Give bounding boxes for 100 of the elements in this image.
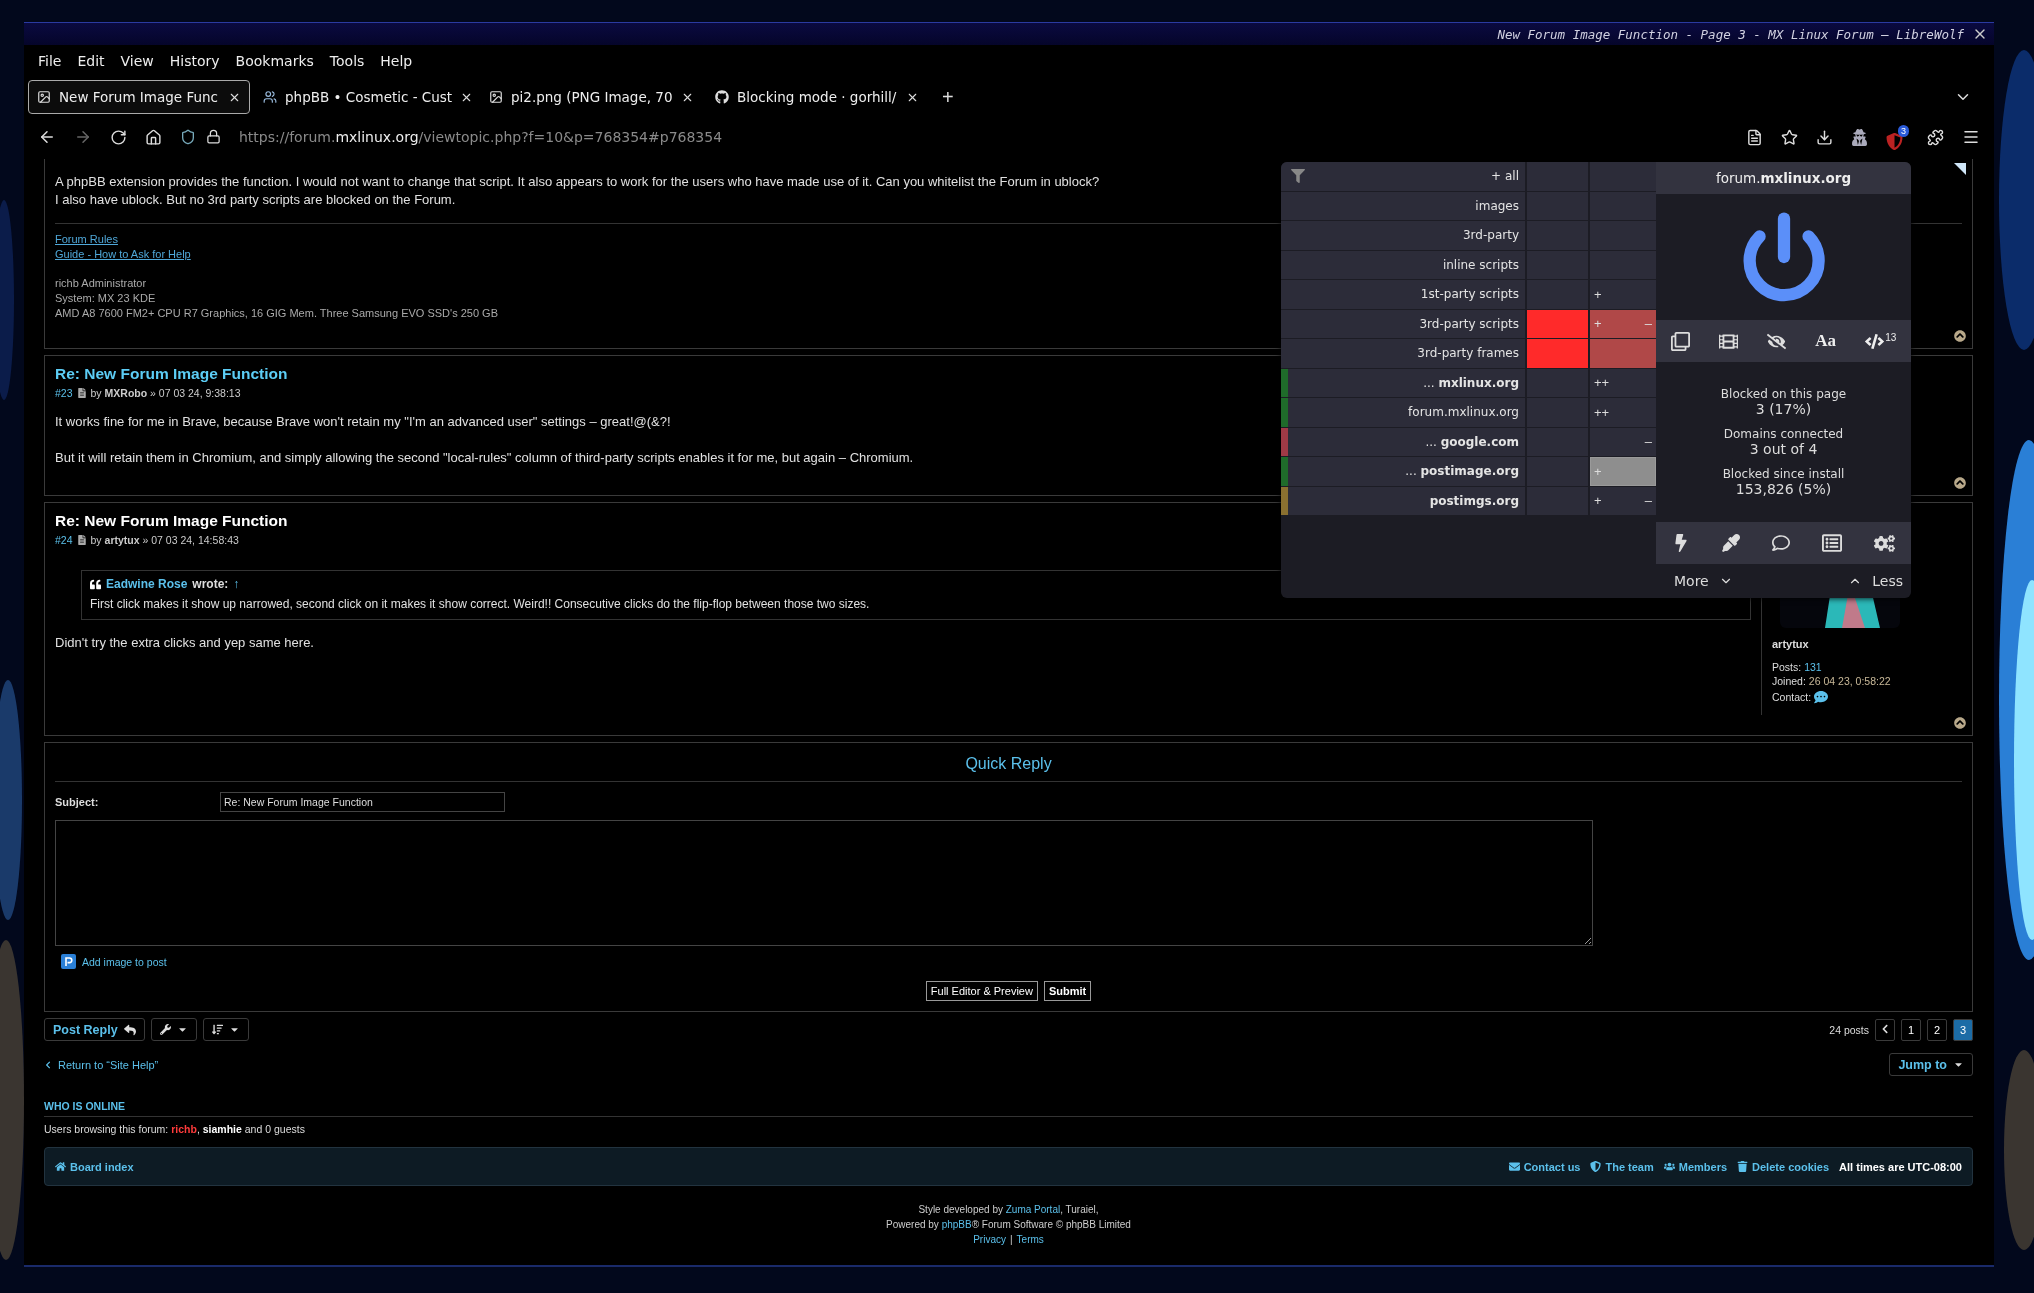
list-icon[interactable] [1822,533,1842,553]
credits-link[interactable]: phpBB [941,1219,972,1230]
eye-slash-icon[interactable] [1767,331,1787,351]
post-number-link[interactable]: #23 [55,387,73,399]
quote-source-link[interactable]: ↑ [233,577,240,591]
form-button[interactable]: Submit [1043,981,1092,1001]
tools-dropdown[interactable] [150,1018,197,1041]
global-rule-cell[interactable] [1527,162,1588,191]
global-rule-cell[interactable] [1527,309,1588,338]
popup-blocker-icon[interactable] [1670,331,1690,351]
post-reply-button[interactable]: Post Reply [44,1018,145,1041]
puzzle-icon[interactable] [1927,128,1944,146]
new-tab-button[interactable]: + [932,85,964,109]
browser-tab[interactable]: pi2.png (PNG Image, 70 [480,80,702,114]
eyedropper-icon[interactable] [1722,534,1740,552]
local-rule-cell[interactable]: ++ [1590,398,1656,427]
local-rule-cell[interactable] [1590,339,1656,368]
post-title[interactable]: Re: New Forum Image Function [55,512,288,530]
jump-to-dropdown[interactable]: Jump to [1889,1053,1973,1076]
local-rule-cell[interactable] [1590,191,1656,220]
back-to-top-icon[interactable] [1954,477,1966,489]
add-image-link[interactable]: Add image to post [82,955,167,968]
message-field[interactable] [55,820,1593,946]
quote-author-link[interactable]: Eadwine Rose [106,577,188,591]
download-icon[interactable] [1816,128,1833,146]
page-button[interactable]: 2 [1927,1018,1947,1041]
post-title[interactable]: Re: New Forum Image Function [55,365,288,383]
image-upload-icon[interactable] [61,954,76,969]
reader-view-icon[interactable] [1746,128,1763,146]
previous-page-button[interactable] [1875,1018,1895,1041]
return-link[interactable]: Return to “Site Help” [44,1058,159,1071]
menu-item[interactable]: Tools [321,53,373,69]
quote-icon [90,578,101,590]
menu-item[interactable]: Bookmarks [227,53,322,69]
mask-icon[interactable] [1851,128,1868,146]
global-rule-cell[interactable] [1527,368,1588,397]
local-rule-cell[interactable]: – [1590,427,1656,456]
menu-item[interactable]: History [161,53,228,69]
footer-link[interactable]: Delete cookies [1737,1160,1830,1173]
page-button[interactable]: 3 [1953,1018,1973,1041]
subject-field[interactable]: Re: New Forum Image Function [220,792,505,812]
stat-label: Blocked on this page [1719,387,1848,401]
local-rule-cell[interactable]: + – [1590,309,1656,338]
global-rule-cell[interactable] [1527,339,1588,368]
menu-icon[interactable] [1962,128,1980,146]
menu-item[interactable]: Edit [69,53,113,69]
online-user-link[interactable]: siamhie [202,1123,242,1135]
more-button[interactable]: More [1666,573,1741,589]
form-button[interactable]: Full Editor & Preview [925,981,1038,1001]
local-rule-cell[interactable]: ++ [1590,368,1656,397]
footer-link[interactable]: The team [1590,1160,1654,1173]
local-rule-cell[interactable]: + [1590,280,1656,309]
browser-tab[interactable]: New Forum Image Func [28,80,250,114]
less-button[interactable]: Less [1840,573,1911,589]
lock-icon[interactable] [206,129,221,145]
online-user-link[interactable]: richb [171,1123,197,1135]
sort-dropdown[interactable] [202,1018,249,1041]
speech-bubble-icon[interactable] [1772,534,1790,552]
contact-label: Contact: [1772,690,1812,704]
post-number-link[interactable]: #24 [55,534,73,546]
local-rule-cell[interactable]: + – [1590,486,1656,515]
shield-icon[interactable] [180,129,196,145]
menu-item[interactable]: View [112,53,162,69]
signature-link[interactable]: Guide - How to Ask for Help [55,247,191,262]
address-field[interactable]: https://forum.mxlinux.org/viewtopic.php?f=10&p=768354#p768354 [239,129,1728,145]
document-icon[interactable] [76,535,87,545]
footer-link[interactable]: Members [1663,1160,1728,1173]
footer-link[interactable]: Contact us [1508,1160,1581,1173]
filter-icon[interactable] [1291,169,1305,184]
section-heading: WHO IS ONLINE [44,1100,1973,1117]
film-icon[interactable] [1718,331,1738,351]
terms-link[interactable]: Terms [1016,1234,1044,1245]
local-rule-cell[interactable] [1590,162,1656,191]
board-index-link[interactable]: Board index [55,1160,134,1173]
reload-icon[interactable] [110,128,127,146]
filter-row-label: inline scripts [1281,250,1525,279]
forward-icon[interactable] [74,128,92,146]
stat-value: 3 (17%) [1754,401,1813,417]
signature-text: AMD A8 7600 FM2+ CPU R7 Graphics, 16 GIG Mem. Three Samsung EVO SSD's 250 GB [55,306,498,321]
browser-tab[interactable]: Blocking mode · gorhill/ [706,80,928,114]
privacy-link[interactable]: Privacy [973,1234,1006,1245]
menu-item[interactable]: Help [372,53,421,69]
back-icon[interactable] [38,128,56,146]
document-icon[interactable] [76,388,87,398]
back-to-top-icon[interactable] [1954,330,1966,342]
browser-tab[interactable]: phpBB • Cosmetic - Cust [254,80,476,114]
star-icon[interactable] [1781,128,1798,146]
fonts-toggle[interactable]: Aa [1815,331,1837,351]
global-rule-cell[interactable] [1527,280,1588,309]
menu-item[interactable]: File [30,53,70,69]
back-to-top-icon[interactable] [1954,717,1966,729]
chat-icon[interactable] [1814,690,1829,704]
posts-count-link[interactable]: 131 [1804,660,1822,674]
bolt-icon[interactable] [1672,534,1690,552]
page-button[interactable]: 1 [1901,1018,1921,1041]
window-title: New Forum Image Function - Page 3 - MX Linux Forum — LibreWolf [1497,26,1964,42]
profile-username[interactable]: artytux [1772,638,1972,650]
home-icon[interactable] [145,128,162,146]
gears-icon[interactable] [1874,532,1895,554]
signature-link[interactable]: Forum Rules [55,232,118,247]
